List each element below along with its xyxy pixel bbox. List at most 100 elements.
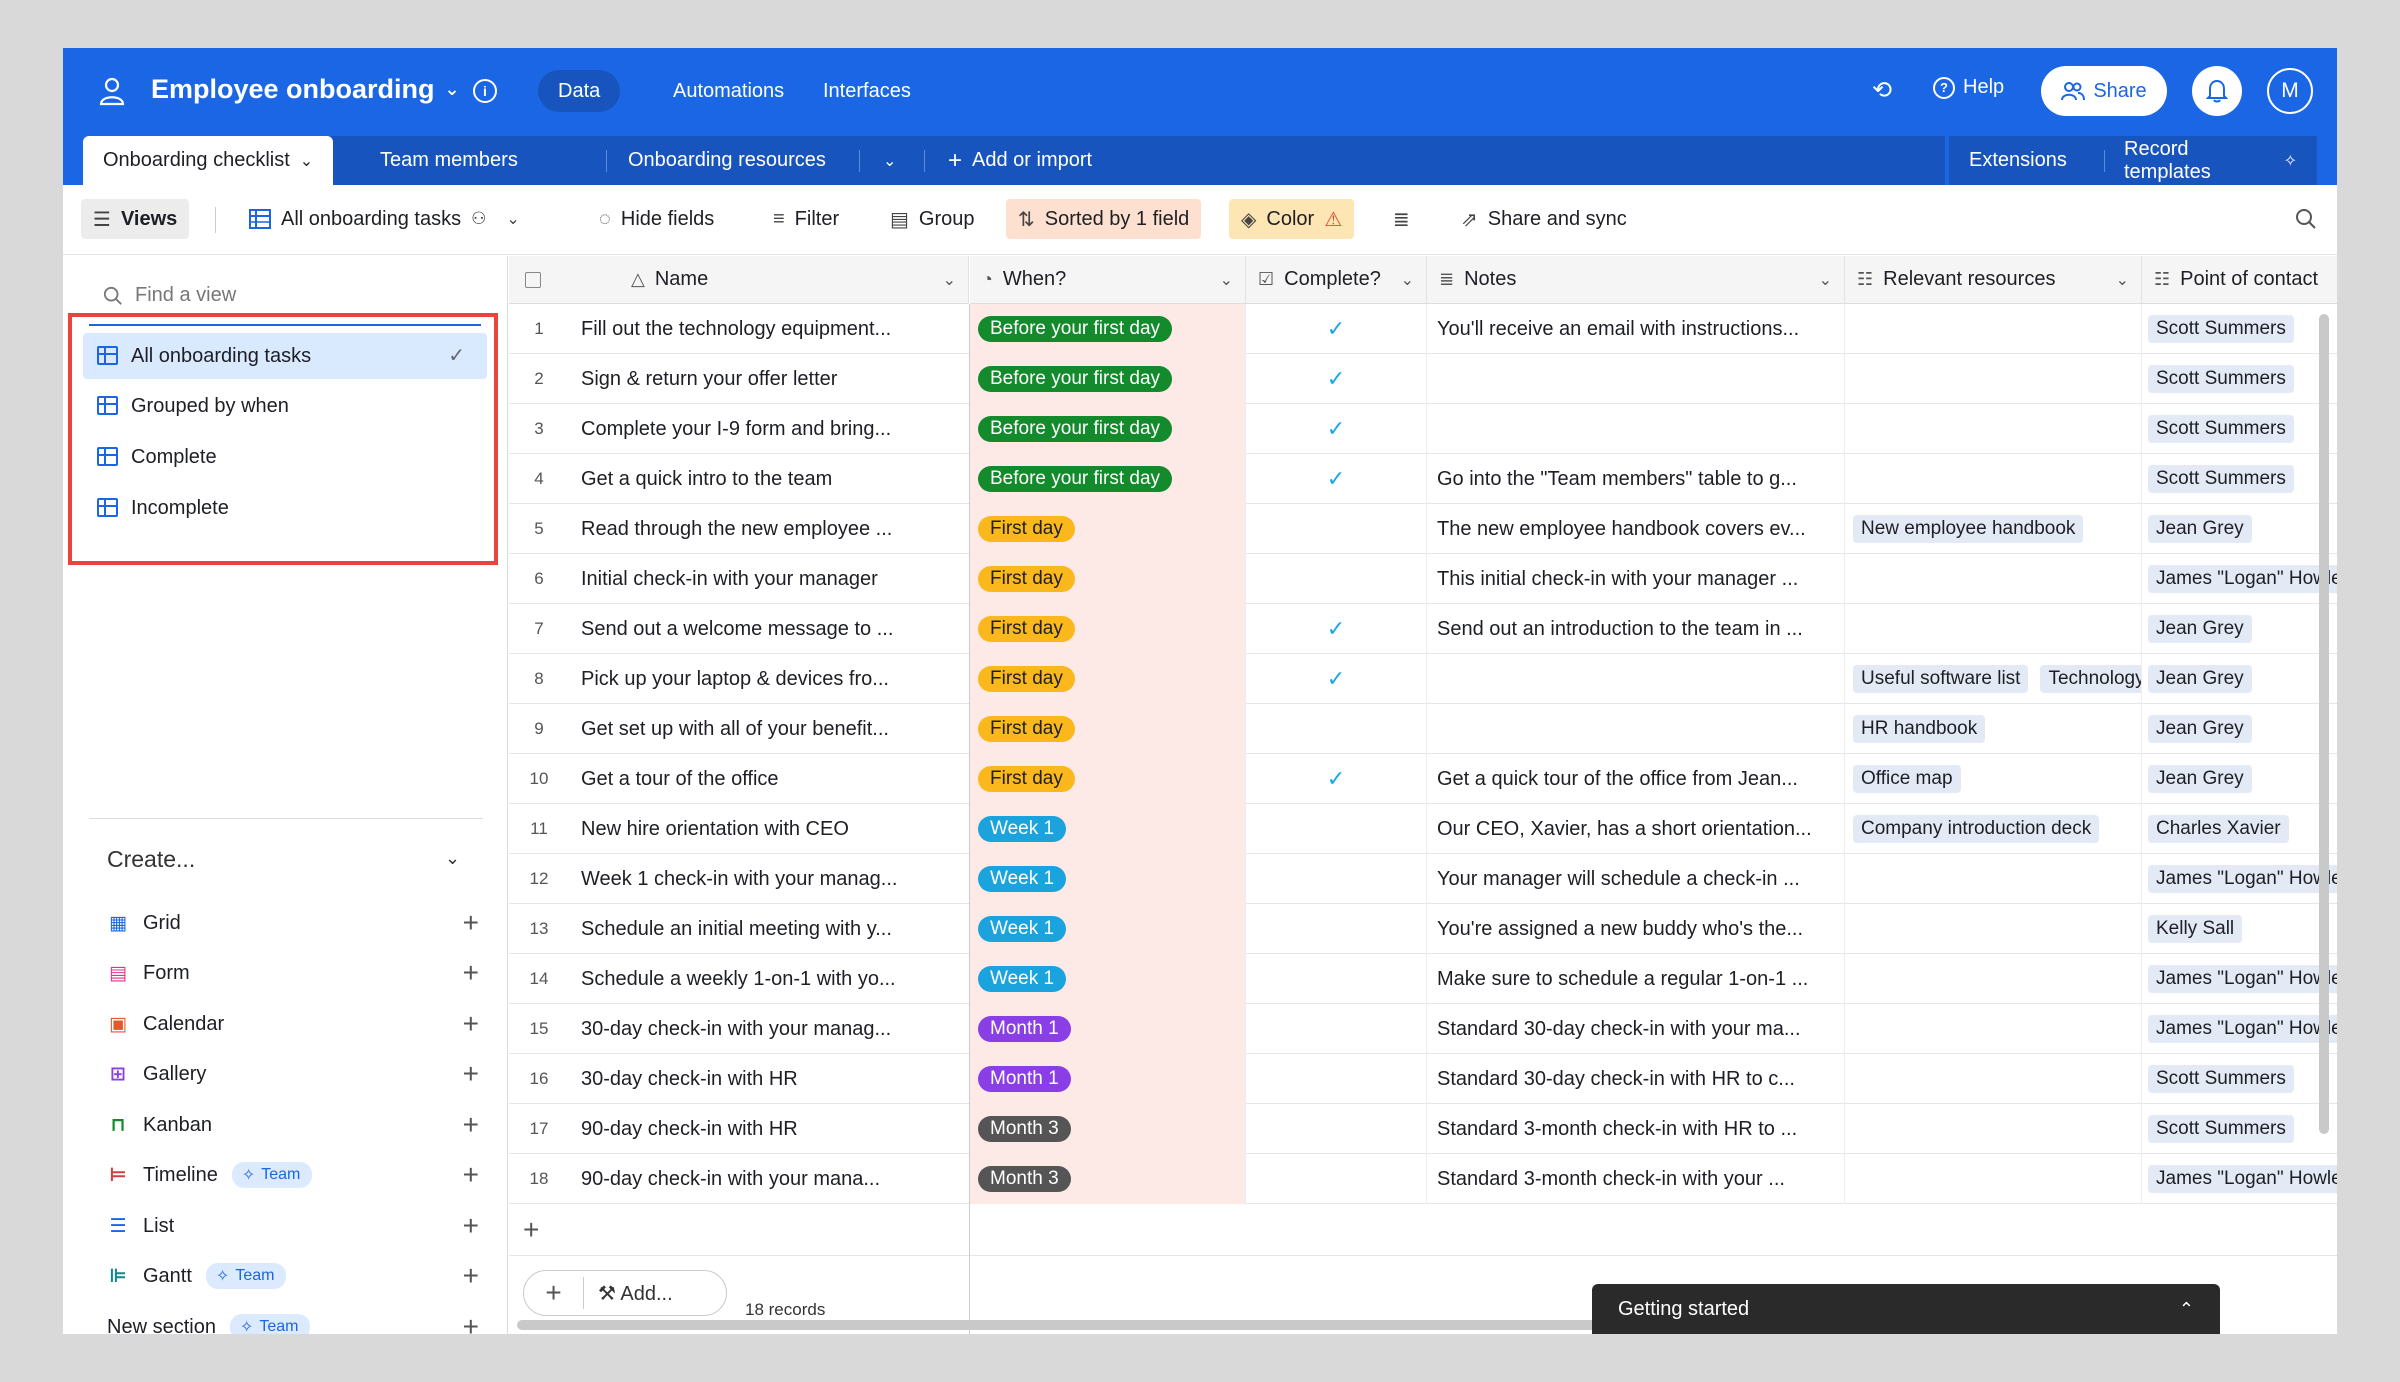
table-row[interactable]: 17 90-day check-in with HR Month 3 Standard…: [509, 1104, 2337, 1154]
name-cell[interactable]: Get a quick intro to the team: [569, 454, 970, 504]
select-all-checkbox[interactable]: [525, 271, 541, 288]
contact-chip[interactable]: Scott Summers: [2148, 415, 2294, 443]
views-button[interactable]: ☰ Views: [81, 199, 190, 239]
notes-cell[interactable]: This initial check-in with your manager …: [1427, 554, 1845, 604]
table-row[interactable]: 14 Schedule a weekly 1-on-1 with yo... Wee…: [509, 954, 2337, 1004]
contact-chip[interactable]: Charles Xavier: [2148, 815, 2289, 843]
complete-checkbox[interactable]: [1246, 1054, 1427, 1104]
column-header-when[interactable]: ◔ When? ⌄: [970, 256, 1246, 304]
name-cell[interactable]: Read through the new employee ...: [569, 504, 970, 554]
getting-started-panel[interactable]: Getting started ⌃: [1592, 1284, 2220, 1334]
chevron-down-icon[interactable]: ⌄: [943, 270, 956, 290]
name-cell[interactable]: New hire orientation with CEO: [569, 804, 970, 854]
row-height-button[interactable]: ≣: [1381, 199, 1422, 239]
when-cell[interactable]: Before your first day: [970, 454, 1246, 504]
complete-checkbox[interactable]: ✓: [1246, 454, 1427, 504]
name-cell[interactable]: Week 1 check-in with your manag...: [569, 854, 970, 904]
complete-checkbox[interactable]: [1246, 904, 1427, 954]
tab-team-members[interactable]: Team members: [360, 136, 538, 185]
point-of-contact-cell[interactable]: Scott Summers: [2142, 1104, 2337, 1154]
contact-chip[interactable]: James "Logan" Howlett: [2148, 965, 2337, 993]
name-cell[interactable]: 30-day check-in with your manag...: [569, 1004, 970, 1054]
find-view-input[interactable]: Find a view: [103, 284, 236, 307]
tab-data[interactable]: Data: [538, 70, 621, 112]
resources-cell[interactable]: [1845, 354, 2142, 404]
point-of-contact-cell[interactable]: Charles Xavier: [2142, 804, 2337, 854]
group-button[interactable]: ▤ Group: [878, 199, 987, 239]
complete-checkbox[interactable]: [1246, 954, 1427, 1004]
notes-cell[interactable]: Your manager will schedule a check-in ..…: [1427, 854, 1845, 904]
notes-cell[interactable]: [1427, 654, 1845, 704]
contact-chip[interactable]: Jean Grey: [2148, 615, 2252, 643]
linked-resource-chip[interactable]: HR handbook: [1853, 715, 1986, 743]
chevron-down-icon[interactable]: ⌄: [1220, 270, 1233, 290]
horizontal-scrollbar[interactable]: [517, 1320, 1717, 1330]
resources-cell[interactable]: [1845, 454, 2142, 504]
point-of-contact-cell[interactable]: Scott Summers: [2142, 304, 2337, 354]
column-header-name[interactable]: △ Name ⌄: [509, 256, 969, 304]
notes-cell[interactable]: [1427, 404, 1845, 454]
create-calendar[interactable]: ▣ Calendar +: [107, 1006, 503, 1042]
table-row[interactable]: 13 Schedule an initial meeting with y... W…: [509, 904, 2337, 954]
complete-checkbox[interactable]: [1246, 704, 1427, 754]
contact-chip[interactable]: James "Logan" Howlett: [2148, 865, 2337, 893]
point-of-contact-cell[interactable]: Jean Grey: [2142, 754, 2337, 804]
name-cell[interactable]: Get a tour of the office: [569, 754, 970, 804]
when-cell[interactable]: Month 3: [970, 1104, 1246, 1154]
name-cell[interactable]: 30-day check-in with HR: [569, 1054, 970, 1104]
sort-button[interactable]: ⇅ Sorted by 1 field: [1006, 199, 1202, 239]
when-cell[interactable]: First day: [970, 604, 1246, 654]
name-cell[interactable]: Complete your I-9 form and bring...: [569, 404, 970, 454]
tab-onboarding-resources[interactable]: Onboarding resources: [608, 136, 846, 185]
notes-cell[interactable]: Standard 30-day check-in with HR to c...: [1427, 1054, 1845, 1104]
linked-resource-chip[interactable]: Useful software list: [1853, 665, 2029, 693]
complete-checkbox[interactable]: ✓: [1246, 354, 1427, 404]
table-row[interactable]: 18 90-day check-in with your mana... Month…: [509, 1154, 2337, 1204]
tab-onboarding-checklist[interactable]: Onboarding checklist ⌄: [83, 136, 334, 185]
table-row[interactable]: 9 Get set up with all of your benefit... F…: [509, 704, 2337, 754]
complete-checkbox[interactable]: [1246, 554, 1427, 604]
notes-cell[interactable]: The new employee handbook covers ev...: [1427, 504, 1845, 554]
contact-chip[interactable]: Jean Grey: [2148, 715, 2252, 743]
contact-chip[interactable]: Jean Grey: [2148, 765, 2252, 793]
when-cell[interactable]: First day: [970, 504, 1246, 554]
table-row[interactable]: 4 Get a quick intro to the team Before you…: [509, 454, 2337, 504]
contact-chip[interactable]: Scott Summers: [2148, 365, 2294, 393]
notes-cell[interactable]: Standard 3-month check-in with HR to ...: [1427, 1104, 1845, 1154]
contact-chip[interactable]: Scott Summers: [2148, 1065, 2294, 1093]
linked-resource-chip[interactable]: Company introduction deck: [1853, 815, 2100, 843]
resources-cell[interactable]: Office map: [1845, 754, 2142, 804]
help-button[interactable]: ? Help: [1933, 76, 2004, 99]
notes-cell[interactable]: Make sure to schedule a regular 1-on-1 .…: [1427, 954, 1845, 1004]
contact-chip[interactable]: Scott Summers: [2148, 315, 2294, 343]
when-cell[interactable]: Week 1: [970, 854, 1246, 904]
when-cell[interactable]: Month 3: [970, 1154, 1246, 1204]
point-of-contact-cell[interactable]: James "Logan" Howlett: [2142, 954, 2337, 1004]
complete-checkbox[interactable]: [1246, 1004, 1427, 1054]
base-title[interactable]: Employee onboarding ⌄: [151, 74, 460, 105]
name-cell[interactable]: Initial check-in with your manager: [569, 554, 970, 604]
point-of-contact-cell[interactable]: James "Logan" Howlett: [2142, 554, 2337, 604]
table-row[interactable]: 12 Week 1 check-in with your manag... Week…: [509, 854, 2337, 904]
notes-cell[interactable]: Our CEO, Xavier, has a short orientation…: [1427, 804, 1845, 854]
table-row[interactable]: 7 Send out a welcome message to ... First …: [509, 604, 2337, 654]
contact-chip[interactable]: Jean Grey: [2148, 515, 2252, 543]
contact-chip[interactable]: Kelly Sall: [2148, 915, 2243, 943]
contact-chip[interactable]: Scott Summers: [2148, 465, 2294, 493]
point-of-contact-cell[interactable]: Jean Grey: [2142, 654, 2337, 704]
column-header-complete[interactable]: ☑ Complete? ⌄: [1246, 256, 1427, 304]
column-header-relevant-resources[interactable]: ☷ Relevant resources ⌄: [1845, 256, 2142, 304]
complete-checkbox[interactable]: [1246, 1154, 1427, 1204]
notes-cell[interactable]: [1427, 704, 1845, 754]
resources-cell[interactable]: Company introduction deck: [1845, 804, 2142, 854]
name-cell[interactable]: Send out a welcome message to ...: [569, 604, 970, 654]
user-avatar[interactable]: M: [2267, 68, 2313, 114]
chevron-down-icon[interactable]: ⌄: [445, 848, 460, 869]
name-cell[interactable]: Pick up your laptop & devices fro...: [569, 654, 970, 704]
when-cell[interactable]: First day: [970, 554, 1246, 604]
table-row[interactable]: 10 Get a tour of the office First day ✓ Get …: [509, 754, 2337, 804]
when-cell[interactable]: Week 1: [970, 954, 1246, 1004]
create-grid[interactable]: ▦ Grid +: [107, 905, 503, 941]
table-row[interactable]: 16 30-day check-in with HR Month 1 Standard…: [509, 1054, 2337, 1104]
extensions-button[interactable]: Extensions: [1949, 136, 2087, 185]
